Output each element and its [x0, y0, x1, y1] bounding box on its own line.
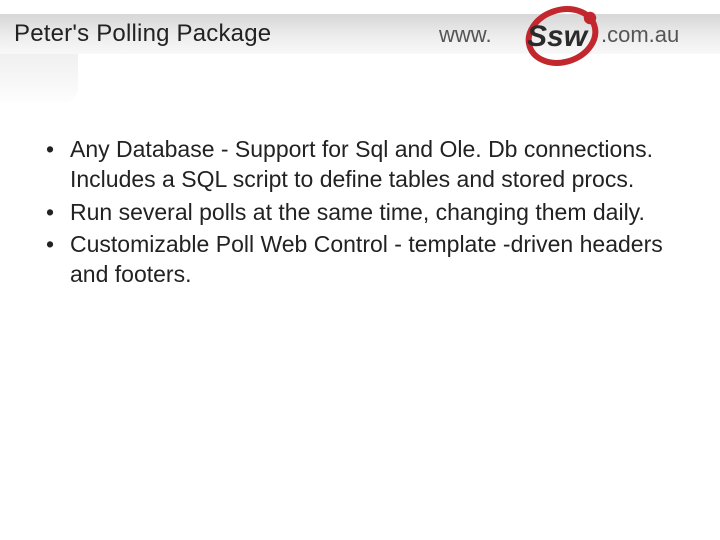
slide: Peter's Polling Package www. Ssw .com.au…: [0, 0, 720, 540]
logo-suffix-text: .com.au: [601, 22, 679, 47]
bullet-item: Run several polls at the same time, chan…: [36, 197, 684, 227]
logo-brand-text: Ssw: [527, 20, 589, 53]
logo: www. Ssw .com.au: [424, 0, 704, 72]
bullet-item: Customizable Poll Web Control - template…: [36, 229, 684, 290]
bullet-list: Any Database - Support for Sql and Ole. …: [36, 134, 684, 290]
title-tab-decoration: [0, 54, 78, 102]
slide-title: Peter's Polling Package: [0, 20, 271, 48]
content-area: Any Database - Support for Sql and Ole. …: [36, 134, 684, 292]
logo-prefix-text: www.: [439, 22, 492, 47]
bullet-item: Any Database - Support for Sql and Ole. …: [36, 134, 684, 195]
ssw-logo-icon: www. Ssw .com.au: [439, 6, 704, 66]
